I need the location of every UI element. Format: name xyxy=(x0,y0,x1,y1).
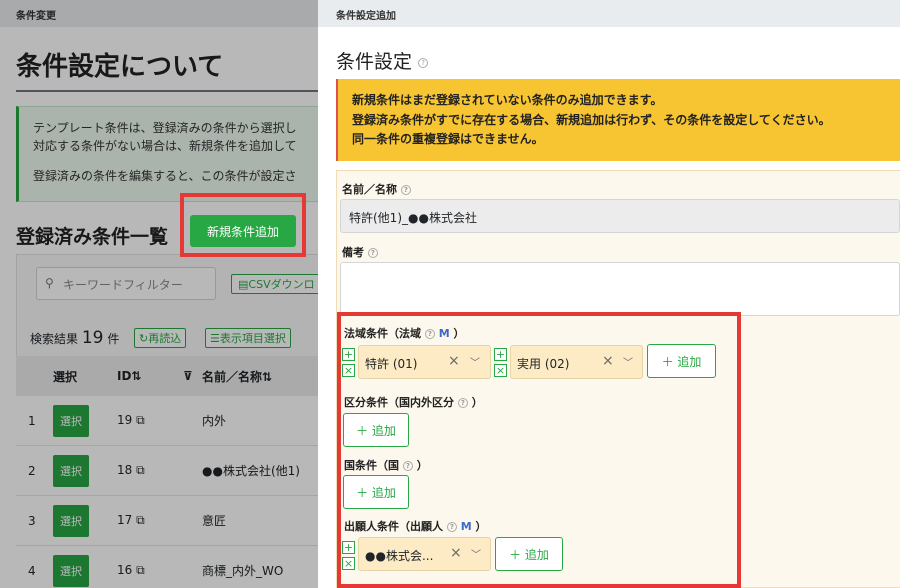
warning-line: 登録済み条件がすでに存在する場合、新規追加は行わず、その条件を設定してください。 xyxy=(352,112,831,127)
name-field[interactable]: 特許(他1)_●●株式会社 xyxy=(340,199,900,233)
drawer-title: 条件設定 ? xyxy=(336,47,429,74)
help-icon[interactable]: ? xyxy=(367,248,378,258)
overlay-dim[interactable] xyxy=(0,0,318,588)
highlight-box xyxy=(180,193,306,257)
background-page: 条件変更 条件設定について テンプレート条件は、登録済みの条件から選択し 対応す… xyxy=(0,0,318,588)
condition-add-drawer: 条件設定追加 条件設定 ? 新規条件はまだ登録されていない条件のみ追加できます。… xyxy=(318,0,900,588)
help-icon[interactable]: ? xyxy=(418,57,429,68)
highlight-box xyxy=(337,312,741,588)
help-icon[interactable]: ? xyxy=(400,185,411,195)
warning-line: 新規条件はまだ登録されていない条件のみ追加できます。 xyxy=(352,93,663,107)
drawer-topbar: 条件設定追加 xyxy=(318,0,900,27)
memo-field[interactable] xyxy=(340,262,900,316)
warning-alert: 新規条件はまだ登録されていない条件のみ追加できます。 登録済み条件がすでに存在す… xyxy=(336,79,900,161)
warning-line: 同一条件の重複登録はできません。 xyxy=(352,132,544,146)
memo-label: 備考 ? xyxy=(342,244,378,260)
name-label: 名前／名称 ? xyxy=(342,181,411,197)
